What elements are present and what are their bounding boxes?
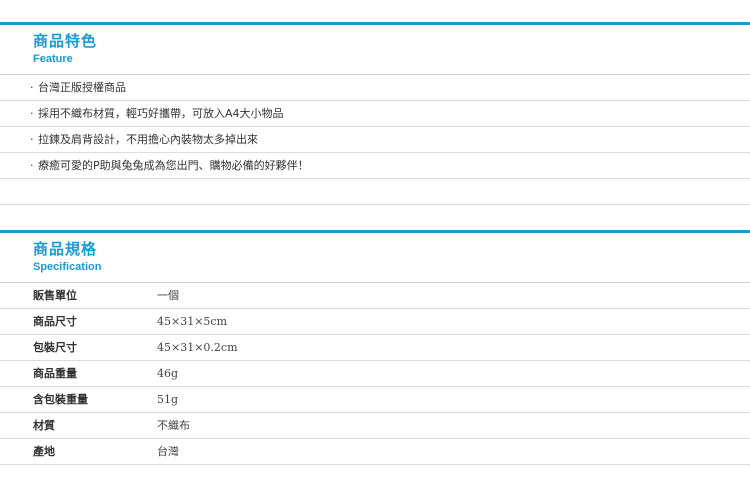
feature-empty-row (0, 179, 750, 205)
feature-item: ‧ 拉鍊及肩背設計，不用擔心內裝物太多掉出來 (0, 127, 750, 153)
feature-item: ‧ 台灣正版授權商品 (0, 75, 750, 101)
spec-title: 商品規格 (33, 240, 98, 258)
spec-row: 材質 不織布 (0, 413, 750, 439)
feature-item: ‧ 療癒可愛的P助與兔兔成為您出門、購物必備的好夥伴！ (0, 153, 750, 179)
spec-value: 一個 (157, 289, 179, 302)
spec-row: 販售單位 一個 (0, 283, 750, 309)
spec-section: 商品規格 Specification 販售單位 一個 商品尺寸 45×31×5c… (0, 230, 750, 465)
feature-section: 商品特色 Feature ‧ 台灣正版授權商品 ‧ 採用不織布材質，輕巧好攜帶，可放… (0, 22, 750, 205)
spec-value: 不織布 (157, 419, 190, 432)
spec-value: 45×31×5cm (157, 315, 228, 328)
feature-item: ‧ 採用不織布材質，輕巧好攜帶，可放入A4大小物品 (0, 101, 750, 127)
feature-item-text: 拉鍊及肩背設計，不用擔心內裝物太多掉出來 (38, 133, 258, 146)
spec-row: 含包裝重量 51g (0, 387, 750, 413)
spec-row: 產地 台灣 (0, 439, 750, 465)
spec-row: 商品重量 46g (0, 361, 750, 387)
spec-label: 商品重量 (33, 367, 77, 380)
bullet-icon: ‧ (30, 159, 34, 172)
spec-value: 51g (157, 393, 179, 406)
spec-label: 材質 (33, 419, 55, 432)
spec-label: 包裝尺寸 (33, 341, 77, 354)
bullet-icon: ‧ (30, 133, 34, 146)
spec-value: 台灣 (157, 445, 179, 458)
bullet-icon: ‧ (30, 81, 34, 94)
feature-item-text: 台灣正版授權商品 (38, 81, 126, 94)
spec-value: 46g (157, 367, 179, 380)
feature-list: ‧ 台灣正版授權商品 ‧ 採用不織布材質，輕巧好攜帶，可放入A4大小物品 ‧ 拉鍊及肩… (0, 74, 750, 205)
spec-label: 商品尺寸 (33, 315, 77, 328)
spec-label: 產地 (33, 445, 55, 458)
feature-header: 商品特色 Feature (0, 22, 750, 74)
feature-title: 商品特色 (33, 32, 98, 50)
spec-label: 含包裝重量 (33, 393, 88, 406)
spec-row: 包裝尺寸 45×31×0.2cm (0, 335, 750, 361)
spec-subtitle: Specification (33, 261, 102, 273)
spec-row: 商品尺寸 45×31×5cm (0, 309, 750, 335)
spec-table: 販售單位 一個 商品尺寸 45×31×5cm 包裝尺寸 45×31×0.2cm … (0, 282, 750, 465)
feature-item-text: 療癒可愛的P助與兔兔成為您出門、購物必備的好夥伴！ (38, 159, 309, 172)
feature-subtitle: Feature (33, 53, 73, 65)
spec-header: 商品規格 Specification (0, 230, 750, 282)
spec-label: 販售單位 (33, 289, 77, 302)
bullet-icon: ‧ (30, 107, 34, 120)
spec-value: 45×31×0.2cm (157, 341, 238, 354)
feature-item-text: 採用不織布材質，輕巧好攜帶，可放入A4大小物品 (38, 107, 284, 120)
